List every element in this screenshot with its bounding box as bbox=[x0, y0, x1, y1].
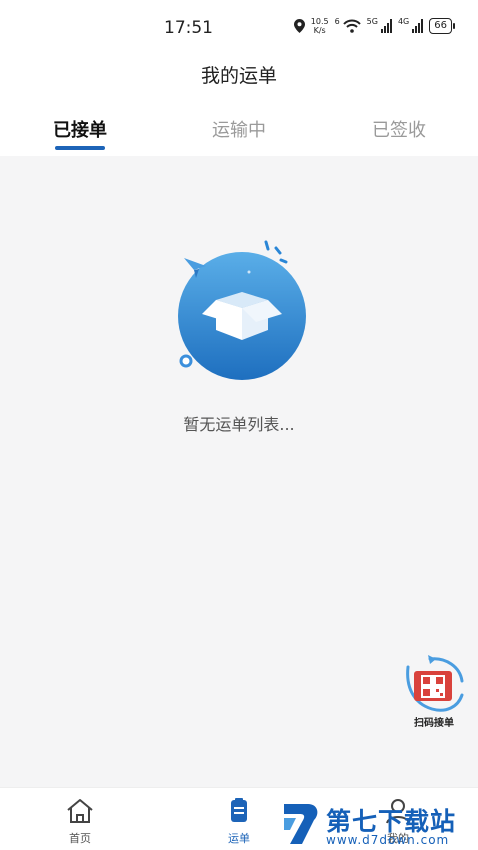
wifi-icon bbox=[342, 19, 361, 33]
empty-state: 暂无运单列表... bbox=[0, 236, 478, 435]
page-header: 我的运单 bbox=[0, 56, 478, 100]
clipboard-icon bbox=[231, 798, 247, 822]
tab-signed[interactable]: 已签收 bbox=[372, 116, 426, 142]
battery-icon: 66 bbox=[429, 18, 455, 34]
status-bar: 17:51 10.5 K/s 6 5G 4G 66 bbox=[0, 0, 478, 56]
empty-message: 暂无运单列表... bbox=[183, 415, 295, 434]
tab-received[interactable]: 已接单 bbox=[53, 116, 107, 142]
watermark-logo-icon bbox=[284, 804, 318, 844]
nav-home[interactable]: 首页 bbox=[40, 798, 120, 846]
watermark-url: www.d7down.com bbox=[326, 833, 450, 847]
signal2-tag: 4G bbox=[397, 17, 410, 26]
scan-order-button[interactable]: 扫码接单 bbox=[402, 655, 466, 731]
nav-waybill-label: 运单 bbox=[228, 832, 250, 845]
scan-order-label: 扫码接单 bbox=[414, 718, 454, 729]
empty-box-illustration bbox=[164, 236, 314, 386]
watermark: 第七下载站 www.d7down.com bbox=[282, 800, 478, 850]
home-icon bbox=[67, 799, 93, 823]
speed-value: 10.5 bbox=[310, 17, 329, 26]
network-speed: 10.5 K/s bbox=[311, 17, 329, 35]
location-icon bbox=[293, 19, 305, 33]
wifi-tag: 6 bbox=[334, 17, 340, 26]
page-title: 我的运单 bbox=[200, 65, 277, 87]
status-time: 17:51 bbox=[164, 18, 213, 38]
tab-in-transit[interactable]: 运输中 bbox=[212, 116, 266, 142]
qr-scan-icon bbox=[406, 655, 464, 712]
tab-active-indicator bbox=[55, 146, 105, 150]
empty-box-icon bbox=[178, 240, 306, 380]
order-tabs: 已接单 运输中 已签收 bbox=[0, 100, 478, 156]
nav-waybill[interactable]: 运单 bbox=[199, 798, 279, 846]
speed-unit: K/s bbox=[313, 26, 326, 35]
nav-home-label: 首页 bbox=[69, 832, 91, 845]
signal2-icon bbox=[412, 19, 424, 33]
signal1-icon bbox=[380, 19, 392, 33]
status-icons: 10.5 K/s 6 5G 4G 66 bbox=[293, 17, 455, 35]
signal1-tag: 5G bbox=[366, 17, 378, 26]
